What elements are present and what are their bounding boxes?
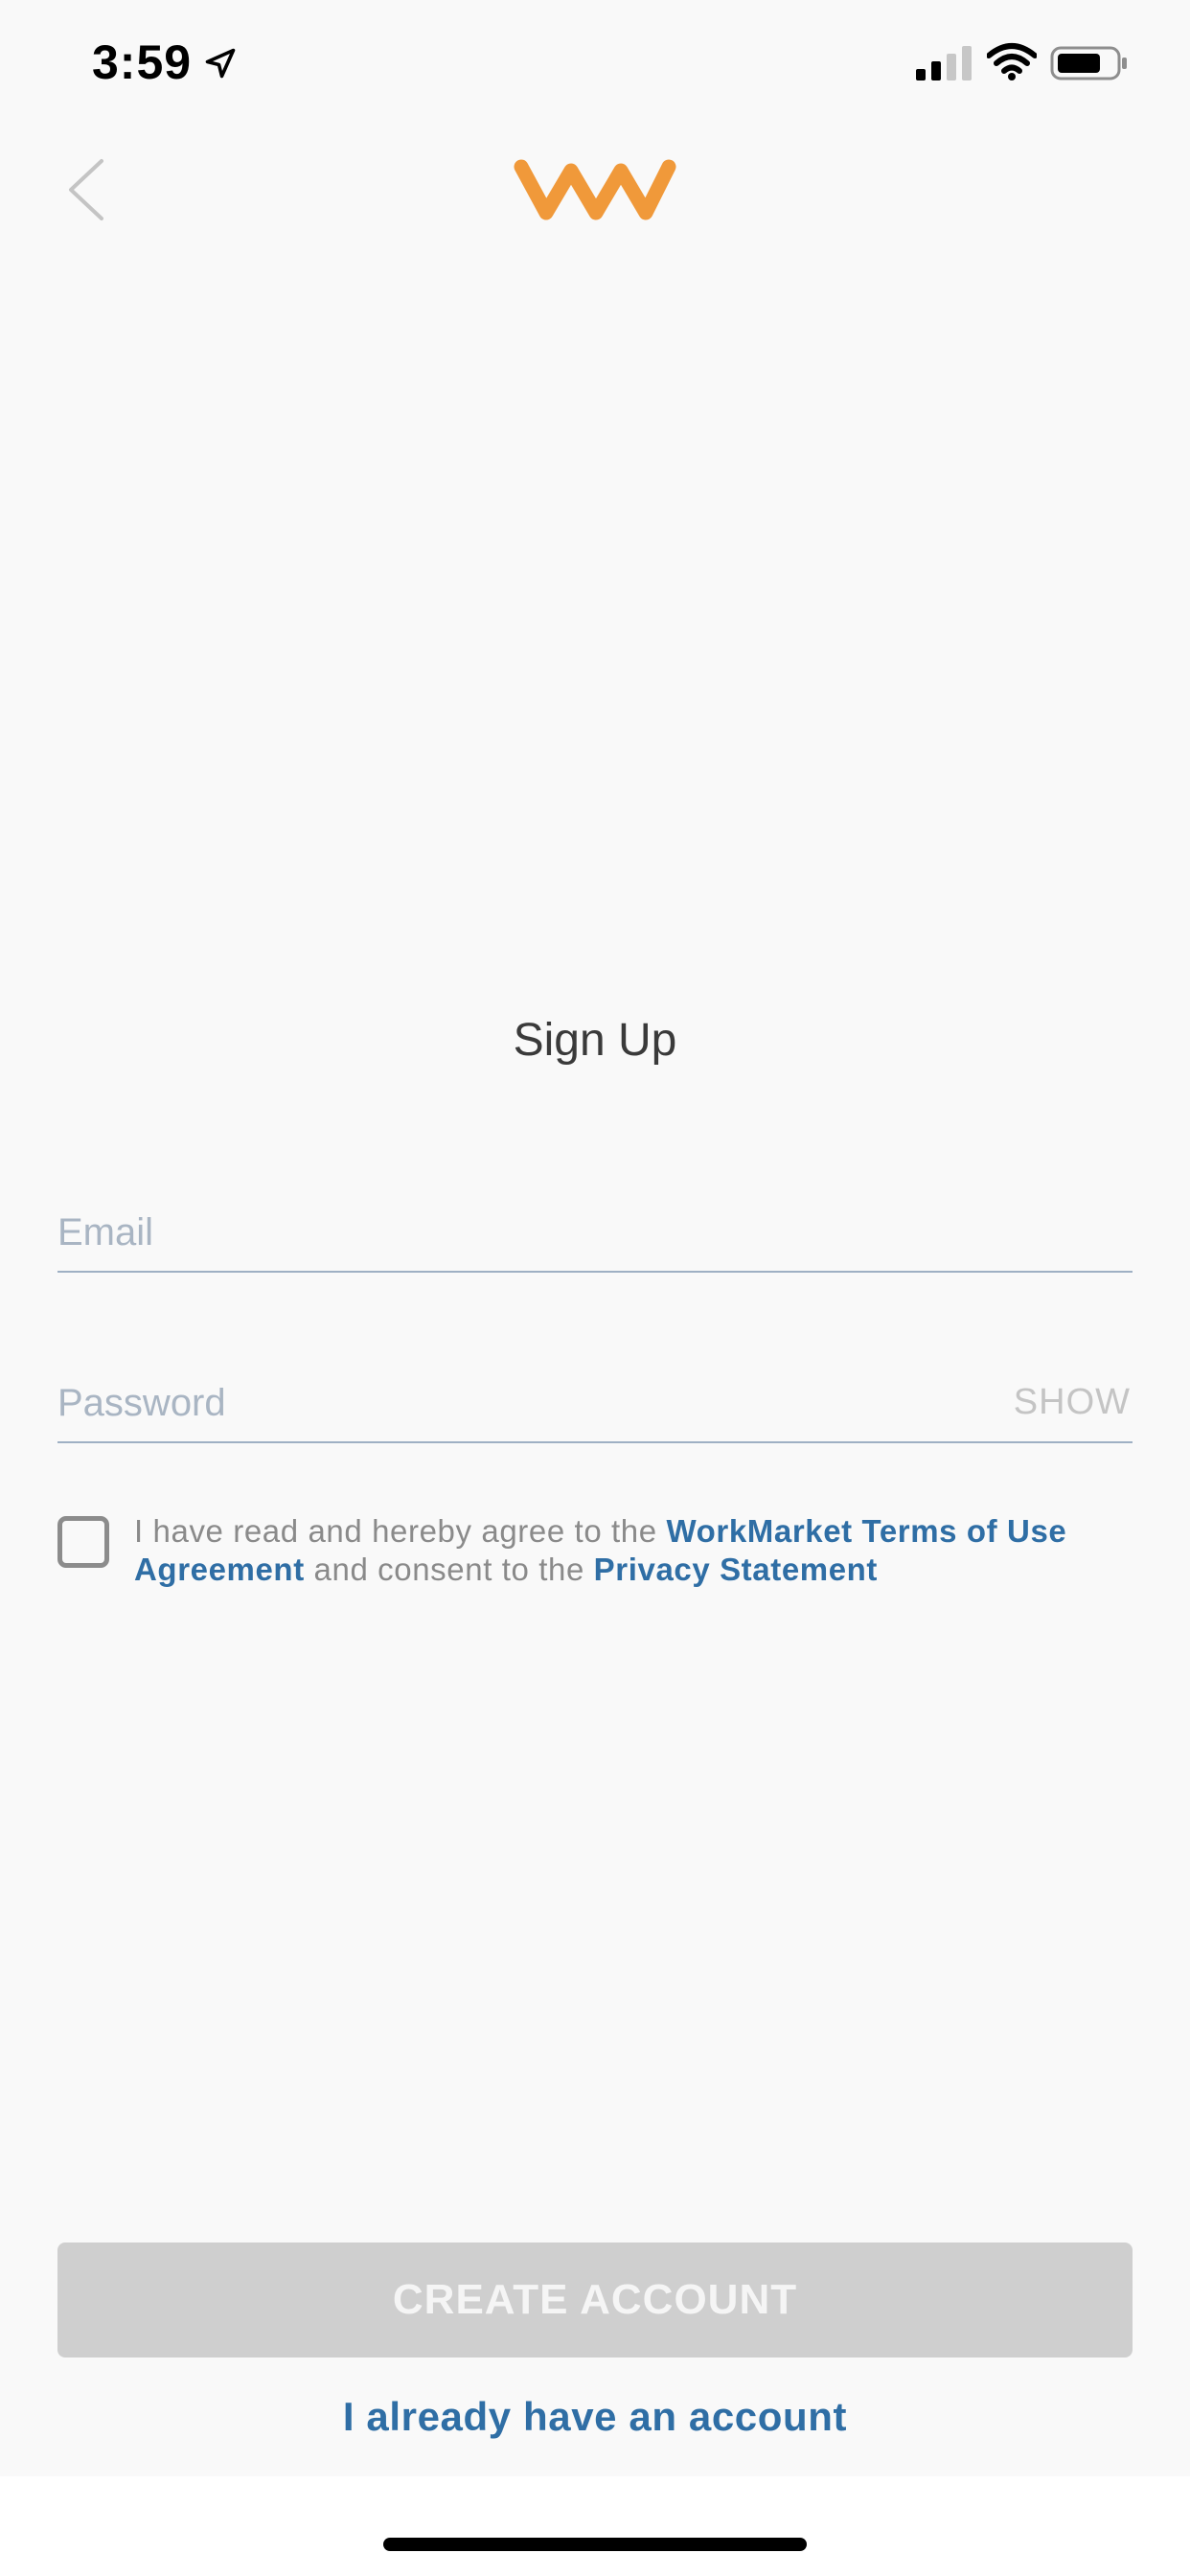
email-field-container: [57, 1196, 1133, 1273]
home-indicator-area: [0, 2476, 1190, 2576]
password-field-container: SHOW: [57, 1367, 1133, 1443]
already-have-account-link[interactable]: I already have an account: [0, 2394, 1190, 2440]
create-account-button[interactable]: CREATE ACCOUNT: [57, 2242, 1133, 2358]
battery-icon: [1050, 46, 1127, 80]
agreement-text-before: I have read and hereby agree to the: [134, 1513, 667, 1549]
page-title: Sign Up: [513, 1015, 677, 1066]
workmarket-logo: [514, 159, 676, 220]
privacy-statement-link[interactable]: Privacy Statement: [594, 1552, 878, 1587]
status-time: 3:59: [92, 35, 193, 89]
cellular-signal-icon: [916, 46, 972, 80]
agreement-text: I have read and hereby agree to the Work…: [134, 1512, 1140, 1589]
password-field[interactable]: [57, 1367, 1133, 1439]
wifi-icon: [987, 43, 1037, 80]
agreement-text-middle: and consent to the: [304, 1552, 594, 1587]
chevron-left-icon: [69, 159, 103, 220]
back-button[interactable]: [59, 153, 117, 226]
home-indicator[interactable]: [383, 2538, 807, 2551]
status-bar: 3:59: [0, 0, 1190, 128]
email-field[interactable]: [57, 1196, 1133, 1269]
agree-checkbox[interactable]: [57, 1516, 109, 1568]
show-password-toggle[interactable]: SHOW: [1014, 1382, 1131, 1423]
location-arrow-icon: [205, 48, 236, 79]
